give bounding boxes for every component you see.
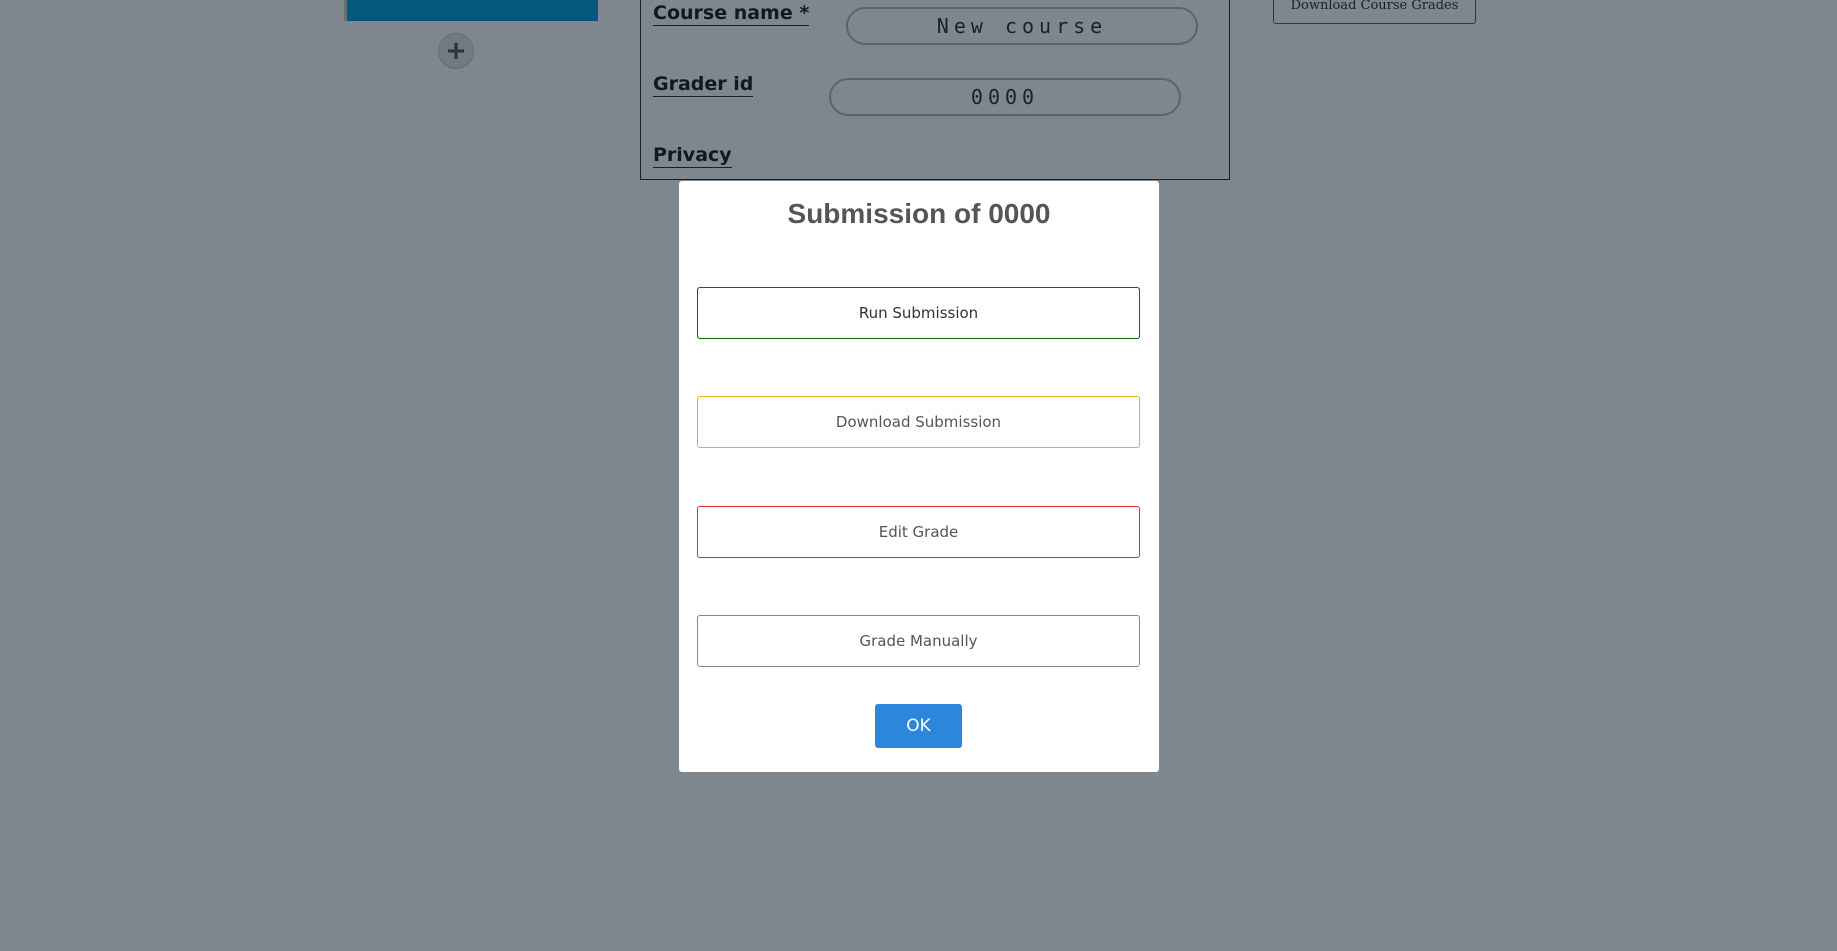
modal-title: Submission of 0000 xyxy=(787,198,1051,229)
page: + Course name * New course Grader id 000… xyxy=(0,0,1837,951)
run-submission-button[interactable]: Run Submission xyxy=(697,287,1140,339)
download-submission-label: Download Submission xyxy=(835,413,1002,431)
submission-modal: Submission of 0000 Run Submission Downlo… xyxy=(679,181,1159,772)
grade-manually-label: Grade Manually xyxy=(859,632,978,650)
run-submission-label: Run Submission xyxy=(858,304,979,322)
download-submission-button[interactable]: Download Submission xyxy=(697,396,1140,448)
grade-manually-button[interactable]: Grade Manually xyxy=(697,615,1140,667)
ok-label: OK xyxy=(906,716,931,736)
ok-button[interactable]: OK xyxy=(875,704,962,748)
edit-grade-label: Edit Grade xyxy=(878,523,959,541)
edit-grade-button[interactable]: Edit Grade xyxy=(697,506,1140,558)
